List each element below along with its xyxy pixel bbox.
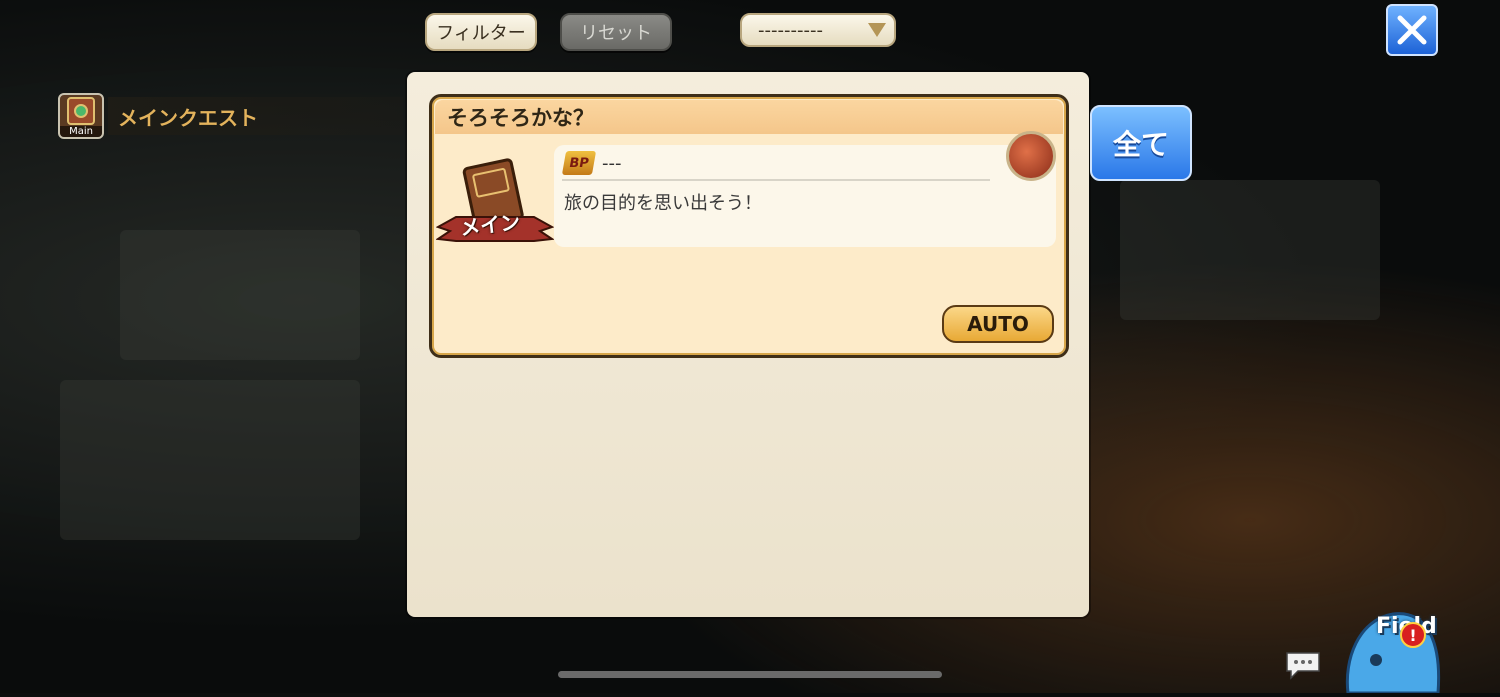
sort-select[interactable]: ---------- <box>740 13 896 47</box>
book-icon <box>67 97 95 125</box>
reset-button[interactable]: リセット <box>560 13 672 51</box>
sidebar-icon-caption: Main <box>60 126 102 137</box>
close-button[interactable] <box>1386 4 1438 56</box>
chevron-down-icon <box>868 23 886 37</box>
quest-card[interactable]: そろそろかな？ メイン BP --- 旅の目的を思い出そう！ AUTO <box>429 94 1069 358</box>
field-button[interactable]: Field ! <box>1338 600 1448 695</box>
reward-item-icon[interactable] <box>1006 131 1056 181</box>
bp-icon: BP <box>561 151 597 175</box>
all-button[interactable]: 全て <box>1090 105 1192 181</box>
main-quest-emblem: メイン <box>435 157 555 249</box>
divider <box>562 179 990 181</box>
home-indicator <box>558 671 942 678</box>
sidebar-item-label: メインクエスト <box>118 105 258 130</box>
chat-bubble-icon[interactable] <box>1284 650 1322 680</box>
main-quest-book-icon: Main <box>58 93 104 139</box>
close-icon <box>1397 15 1427 45</box>
auto-button[interactable]: AUTO <box>942 305 1054 343</box>
quest-description: 旅の目的を思い出そう！ <box>564 193 762 214</box>
exclamation-icon: ! <box>1400 622 1426 648</box>
background-tile <box>1120 180 1380 320</box>
quest-title: そろそろかな？ <box>435 100 1063 134</box>
bp-row: BP --- <box>561 151 622 175</box>
sort-select-value: ---------- <box>758 19 823 41</box>
background-tile <box>120 230 360 360</box>
quest-list-panel: そろそろかな？ メイン BP --- 旅の目的を思い出そう！ AUTO <box>407 72 1089 617</box>
background-tile <box>60 380 360 540</box>
filter-button[interactable]: フィルター <box>425 13 537 51</box>
sidebar-item-main-quest[interactable]: Main メインクエスト <box>58 93 403 139</box>
bp-value: --- <box>602 152 622 174</box>
quest-detail-box: BP --- 旅の目的を思い出そう！ <box>554 145 1056 247</box>
